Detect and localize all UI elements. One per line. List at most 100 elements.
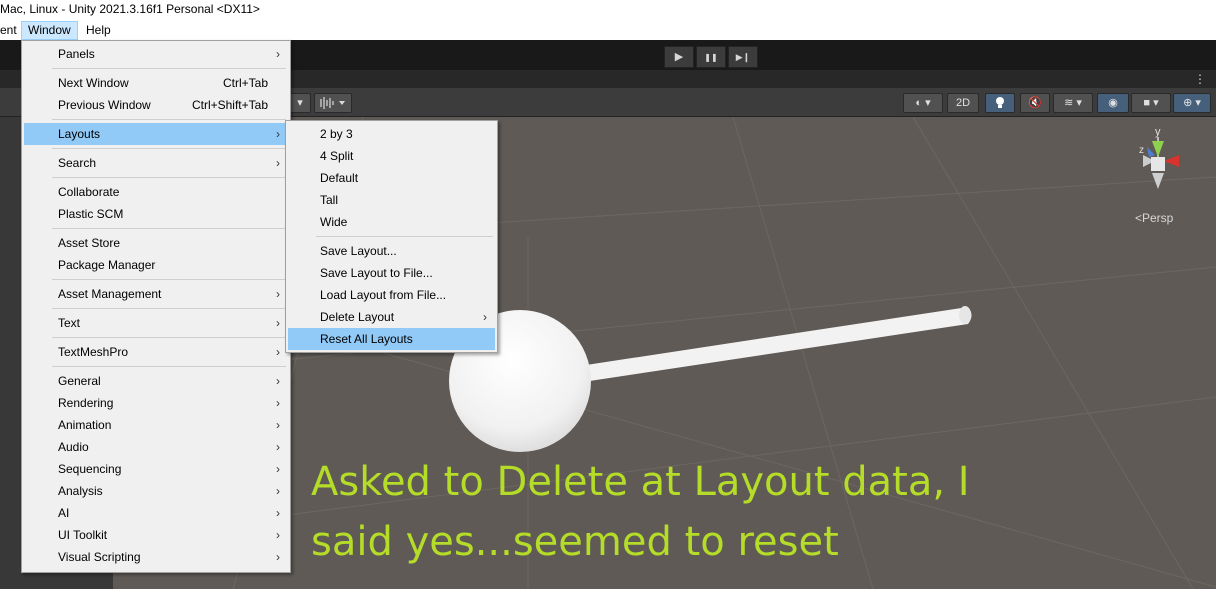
- gizmos-dropdown[interactable]: ⊕ ▾: [1173, 93, 1211, 113]
- scene-visibility-toggle[interactable]: ◉: [1097, 93, 1129, 113]
- chevron-right-icon: ›: [276, 127, 280, 141]
- chevron-right-icon: ›: [483, 310, 487, 324]
- menu-item-label: Load Layout from File...: [320, 288, 447, 302]
- layout-item-save-layout-to-file[interactable]: Save Layout to File...: [288, 262, 495, 284]
- perspective-label[interactable]: <Persp: [1135, 211, 1173, 225]
- audio-mute-toggle[interactable]: 🔇: [1020, 93, 1050, 113]
- menu-item-asset-store[interactable]: Asset Store: [24, 232, 288, 254]
- chevron-right-icon: ›: [276, 287, 280, 301]
- chevron-right-icon: ›: [276, 462, 280, 476]
- title-bar: Mac, Linux - Unity 2021.3.16f1 Personal …: [0, 0, 1216, 20]
- menu-item-label: Save Layout to File...: [320, 266, 433, 280]
- annotation-line-1: Asked to Delete at Layout data, I: [311, 459, 970, 505]
- menu-item-label: 4 Split: [320, 149, 354, 163]
- menu-item-label: AI: [58, 506, 70, 520]
- more-options-icon[interactable]: ⋮: [1194, 72, 1206, 86]
- menu-divider: [52, 68, 286, 69]
- menu-item-label: Layouts: [58, 127, 101, 141]
- menu-item-audio[interactable]: Audio ›: [24, 436, 288, 458]
- menu-item-layouts[interactable]: Layouts ›: [24, 123, 288, 145]
- layout-item-4-split[interactable]: 4 Split: [288, 145, 495, 167]
- menu-item-search[interactable]: Search ›: [24, 152, 288, 174]
- menu-item-general[interactable]: General ›: [24, 370, 288, 392]
- chevron-right-icon: ›: [276, 528, 280, 542]
- orientation-gizmo[interactable]: y z: [1125, 125, 1195, 200]
- menu-item-label: Next Window: [58, 76, 129, 90]
- menu-item-label: UI Toolkit: [58, 528, 108, 542]
- menu-item-label: Audio: [58, 440, 89, 454]
- menu-window[interactable]: Window: [21, 21, 78, 40]
- layout-item-load-layout-from-file[interactable]: Load Layout from File...: [288, 284, 495, 306]
- menu-item-shortcut: Ctrl+Tab: [222, 76, 268, 90]
- menu-divider: [52, 279, 286, 280]
- menu-item-analysis[interactable]: Analysis ›: [24, 480, 288, 502]
- menu-item-collaborate[interactable]: Collaborate: [24, 181, 288, 203]
- layout-item-tall[interactable]: Tall: [288, 189, 495, 211]
- menu-item-label: Reset All Layouts: [320, 332, 413, 346]
- menu-item-next-window[interactable]: Next Window Ctrl+Tab: [24, 72, 288, 94]
- layout-item-default[interactable]: Default: [288, 167, 495, 189]
- gizmo-z-label: z: [1139, 145, 1144, 156]
- menu-divider: [52, 337, 286, 338]
- menu-item-ai[interactable]: AI ›: [24, 502, 288, 524]
- gizmo-y-label: y: [1155, 126, 1161, 138]
- menu-item-label: Delete Layout: [320, 310, 395, 324]
- camera-dropdown[interactable]: ■ ▾: [1131, 93, 1171, 113]
- chevron-right-icon: ›: [276, 506, 280, 520]
- menu-item-label: Default: [320, 171, 359, 185]
- menu-item-label: Save Layout...: [320, 244, 397, 258]
- dropdown-chevron-icon[interactable]: ▾: [289, 93, 311, 113]
- menu-divider: [52, 177, 286, 178]
- menu-divider: [52, 119, 286, 120]
- menu-divider: [52, 228, 286, 229]
- menu-item-label: Text: [58, 316, 81, 330]
- menu-item-package-manager[interactable]: Package Manager: [24, 254, 288, 276]
- menu-item-previous-window[interactable]: Previous Window Ctrl+Shift+Tab: [24, 94, 288, 116]
- step-icon: ▶❙: [735, 52, 751, 62]
- menu-item-plastic-scm[interactable]: Plastic SCM: [24, 203, 288, 225]
- chevron-right-icon: ›: [276, 550, 280, 564]
- menu-item-label: Tall: [320, 193, 339, 207]
- menu-item-label: Visual Scripting: [58, 550, 141, 564]
- menu-item-textmeshpro[interactable]: TextMeshPro ›: [24, 341, 288, 363]
- effects-dropdown[interactable]: ≋ ▾: [1053, 93, 1093, 113]
- lightbulb-icon: [996, 97, 1004, 108]
- menu-item-text[interactable]: Text ›: [24, 312, 288, 334]
- menu-item-label: Wide: [320, 215, 348, 229]
- speaker-mute-icon: 🔇: [1028, 97, 1042, 109]
- audio-dropdown[interactable]: [314, 93, 352, 113]
- menu-item-label: Collaborate: [58, 185, 120, 199]
- menu-divider: [52, 148, 286, 149]
- menu-item-shortcut: Ctrl+Shift+Tab: [191, 98, 268, 112]
- menu-item-label: Animation: [58, 418, 112, 432]
- chevron-right-icon: ›: [276, 418, 280, 432]
- pause-button[interactable]: ❚❚: [696, 46, 726, 68]
- shading-mode-dropdown[interactable]: ◐ ▾: [903, 93, 943, 113]
- menu-component[interactable]: ent: [0, 22, 23, 39]
- layout-item-wide[interactable]: Wide: [288, 211, 495, 233]
- menu-item-rendering[interactable]: Rendering ›: [24, 392, 288, 414]
- menu-help[interactable]: Help: [80, 22, 117, 39]
- layers-icon: ≋: [1064, 97, 1074, 109]
- menu-item-ui-toolkit[interactable]: UI Toolkit ›: [24, 524, 288, 546]
- menu-item-asset-management[interactable]: Asset Management ›: [24, 283, 288, 305]
- menu-item-label: 2 by 3: [320, 127, 353, 141]
- shading-sphere-icon: ◐: [915, 97, 923, 109]
- play-button[interactable]: ▶: [664, 46, 694, 68]
- layout-item-save-layout[interactable]: Save Layout...: [288, 240, 495, 262]
- layout-item-reset-all-layouts[interactable]: Reset All Layouts: [288, 328, 495, 350]
- step-button[interactable]: ▶❙: [728, 46, 758, 68]
- toggle-2d-button[interactable]: 2D: [947, 93, 979, 113]
- lighting-toggle[interactable]: [985, 93, 1015, 113]
- menu-item-label: Rendering: [58, 396, 114, 410]
- layout-item-2-by-3[interactable]: 2 by 3: [288, 123, 495, 145]
- menu-item-visual-scripting[interactable]: Visual Scripting ›: [24, 546, 288, 568]
- pause-icon: ❚❚: [704, 53, 718, 62]
- menu-item-label: Previous Window: [58, 98, 151, 112]
- waveform-icon: [320, 97, 345, 109]
- menu-item-sequencing[interactable]: Sequencing ›: [24, 458, 288, 480]
- chevron-right-icon: ›: [276, 374, 280, 388]
- layout-item-delete-layout[interactable]: Delete Layout ›: [288, 306, 495, 328]
- menu-item-panels[interactable]: Panels ›: [24, 43, 288, 65]
- menu-item-animation[interactable]: Animation ›: [24, 414, 288, 436]
